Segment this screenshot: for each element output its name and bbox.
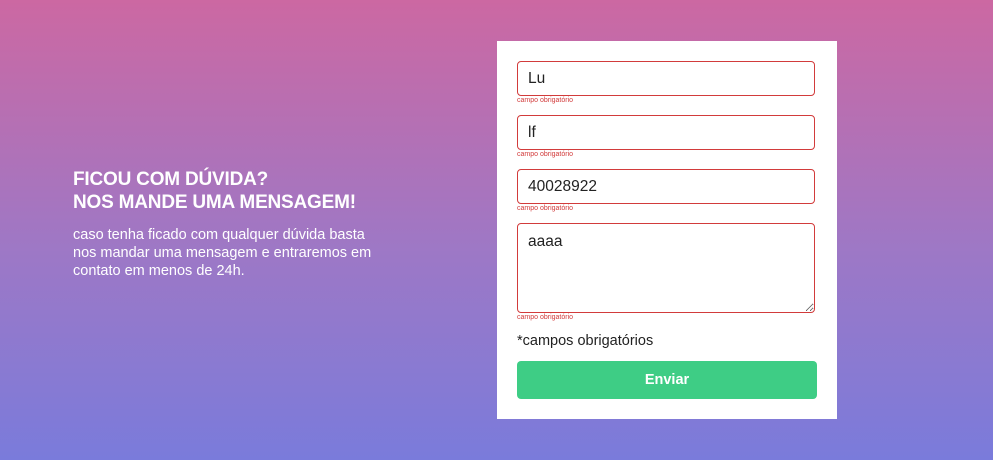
message-textarea[interactable]: aaaa — [517, 223, 815, 313]
name-input[interactable] — [517, 61, 815, 96]
message-error: campo obrigatório — [517, 314, 574, 321]
name-error: campo obrigatório — [517, 97, 574, 104]
intro-heading-line-2: NOS MANDE UMA MENSAGEM! — [73, 192, 356, 213]
surname-error: campo obrigatório — [517, 151, 574, 158]
intro-heading: FICOU COM DÚVIDA? NOS MANDE UMA MENSAGEM… — [73, 168, 393, 214]
phone-input[interactable] — [517, 169, 815, 204]
phone-error: campo obrigatório — [517, 205, 574, 212]
required-fields-note: *campos obrigatórios — [517, 333, 654, 349]
intro-heading-line-1: FICOU COM DÚVIDA? — [73, 169, 269, 190]
surname-input[interactable] — [517, 115, 815, 150]
contact-form: campo obrigatório campo obrigatório camp… — [497, 41, 837, 419]
intro-description: caso tenha ficado com qualquer dúvida ba… — [73, 227, 372, 279]
send-button[interactable]: Enviar — [517, 361, 817, 399]
contact-intro: FICOU COM DÚVIDA? NOS MANDE UMA MENSAGEM… — [73, 168, 393, 280]
